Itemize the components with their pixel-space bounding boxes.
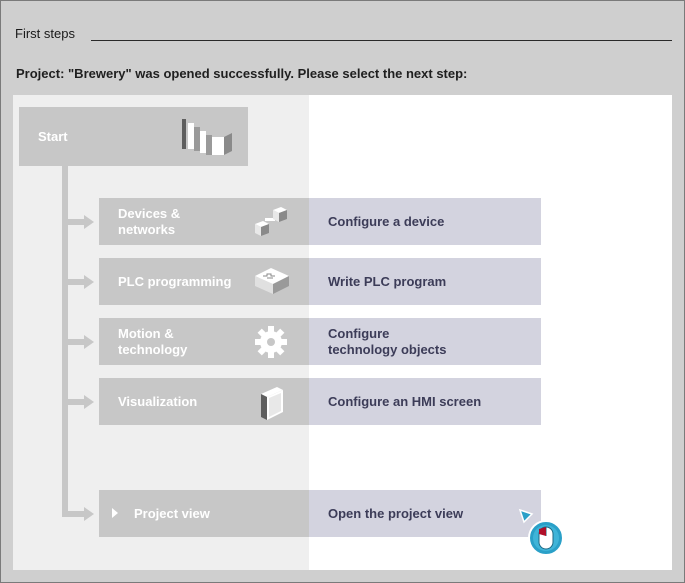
- branch-connector: [62, 339, 84, 345]
- start-label: Start: [38, 129, 68, 144]
- portal-devices-networks[interactable]: Devices & networks: [99, 198, 309, 245]
- gear-icon: [255, 326, 287, 358]
- action-label: Write PLC program: [328, 274, 447, 289]
- action-label: Configure an HMI screen: [328, 394, 482, 409]
- hmi-screen-icon: [261, 387, 283, 420]
- action-label: Configure technology objects: [328, 326, 447, 357]
- section-title: First steps: [15, 26, 75, 41]
- branch-connector: [62, 279, 84, 285]
- action-label: Configure a device: [328, 214, 445, 229]
- portal-visualization[interactable]: Visualization: [99, 378, 309, 425]
- action-label: Open the project view: [328, 506, 464, 521]
- mouse-click-icon: [518, 508, 564, 556]
- expand-triangle-icon: [112, 508, 118, 518]
- action-open-project-view[interactable]: Open the project view: [309, 490, 541, 537]
- portal-label: Motion & technology: [118, 326, 188, 357]
- action-configure-technology-objects[interactable]: Configure technology objects: [309, 318, 541, 365]
- branch-connector: [62, 511, 84, 517]
- plc-programming-icon: [255, 268, 289, 294]
- portal-motion-technology[interactable]: Motion & technology: [99, 318, 309, 365]
- portal-label: Visualization: [118, 394, 198, 409]
- branch-arrow: [84, 335, 94, 349]
- branch-arrow: [84, 395, 94, 409]
- portal-project-view[interactable]: Project view: [99, 490, 309, 537]
- portal-label: PLC programming: [118, 274, 232, 289]
- portal-plc-programming[interactable]: PLC programming: [99, 258, 309, 305]
- title-divider: [91, 40, 672, 41]
- branch-arrow: [84, 215, 94, 229]
- start-portal[interactable]: Start: [19, 107, 248, 166]
- action-write-plc-program[interactable]: Write PLC program: [309, 258, 541, 305]
- status-message: Project: "Brewery" was opened successful…: [16, 66, 468, 81]
- branch-connector: [62, 219, 84, 225]
- branch-connector: [62, 399, 84, 405]
- branch-arrow: [84, 507, 94, 521]
- action-configure-device[interactable]: Configure a device: [309, 198, 541, 245]
- action-configure-hmi-screen[interactable]: Configure an HMI screen: [309, 378, 541, 425]
- portal-label: Project view: [134, 506, 210, 521]
- stairs-icon: [182, 119, 232, 155]
- devices-networks-icon: [255, 207, 287, 236]
- portal-label: Devices & networks: [118, 206, 181, 237]
- branch-arrow: [84, 275, 94, 289]
